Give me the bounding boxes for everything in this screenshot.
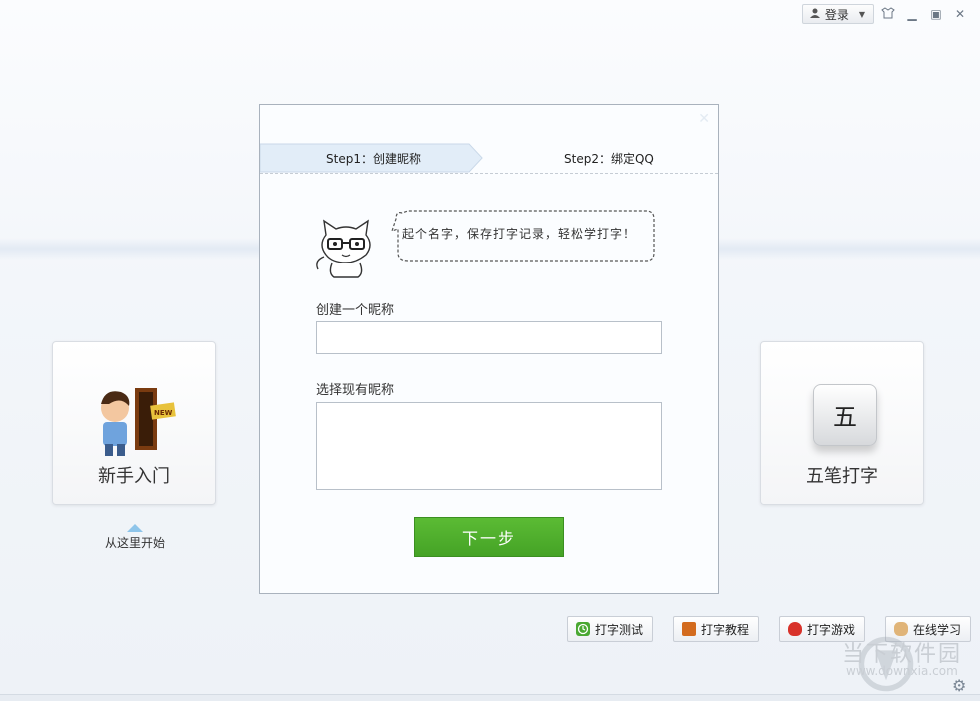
step1-label: Step1：创建昵称 xyxy=(326,152,421,166)
dropdown-icon: ▼ xyxy=(858,9,865,19)
step-bar: Step1：创建昵称 Step2：绑定QQ xyxy=(260,143,718,174)
minimize-button[interactable]: ▁ xyxy=(902,5,922,23)
skin-button[interactable] xyxy=(878,5,898,23)
up-arrow-icon xyxy=(127,524,143,532)
cat-mascot-icon xyxy=(316,219,371,278)
start-hint-label: 从这里开始 xyxy=(104,536,165,550)
nickname-dialog: ✕ Step1：创建昵称 Step2：绑定QQ 起个名字，保存打字记录，轻松学打… xyxy=(259,104,719,594)
beginner-label: 新手入门 xyxy=(98,466,170,487)
typing-test-button[interactable]: 打字测试 xyxy=(567,616,653,642)
book-icon xyxy=(682,622,696,636)
close-button[interactable]: ✕ xyxy=(950,5,970,23)
typing-tutorial-button[interactable]: 打字教程 xyxy=(673,616,759,642)
wubi-label: 五笔打字 xyxy=(806,466,878,487)
start-hint: 从这里开始 xyxy=(90,524,180,551)
typing-test-label: 打字测试 xyxy=(595,622,644,637)
step2-label: Step2：绑定QQ xyxy=(564,152,654,166)
minimize-icon: ▁ xyxy=(907,7,917,21)
watermark-url: www.downxia.com xyxy=(846,664,958,678)
top-toolbar: 登录 ▼ ▁ ▣ ✕ xyxy=(801,4,970,24)
dialog-close-icon[interactable]: ✕ xyxy=(698,111,710,127)
wubi-card[interactable]: 五 五笔打字 xyxy=(760,341,924,505)
close-icon: ✕ xyxy=(954,7,966,21)
user-icon xyxy=(809,7,821,22)
dialog-header: ✕ xyxy=(260,105,718,141)
create-nickname-input[interactable] xyxy=(316,321,662,354)
create-nickname-label: 创建一个昵称 xyxy=(316,303,395,318)
bubble-text: 起个名字，保存打字记录，轻松学打字！ xyxy=(402,227,637,241)
keycap-char: 五 xyxy=(833,403,857,431)
beginner-card[interactable]: NEW 新手入门 xyxy=(52,341,216,505)
maximize-button[interactable]: ▣ xyxy=(926,5,946,23)
typing-tutorial-label: 打字教程 xyxy=(701,622,750,637)
login-label: 登录 xyxy=(824,7,849,22)
settings-gear-icon[interactable]: ⚙ xyxy=(952,676,966,695)
new-badge: NEW xyxy=(154,409,173,417)
skin-icon xyxy=(881,6,895,22)
next-step-button[interactable]: 下一步 xyxy=(414,517,564,557)
existing-nickname-label: 选择现有昵称 xyxy=(316,383,395,398)
maximize-icon: ▣ xyxy=(930,7,942,21)
login-button[interactable]: 登录 ▼ xyxy=(801,4,874,24)
keycap-icon: 五 xyxy=(813,384,877,446)
beginner-illustration: NEW xyxy=(101,388,176,456)
existing-nickname-list[interactable] xyxy=(316,402,662,490)
clock-icon xyxy=(576,622,590,636)
